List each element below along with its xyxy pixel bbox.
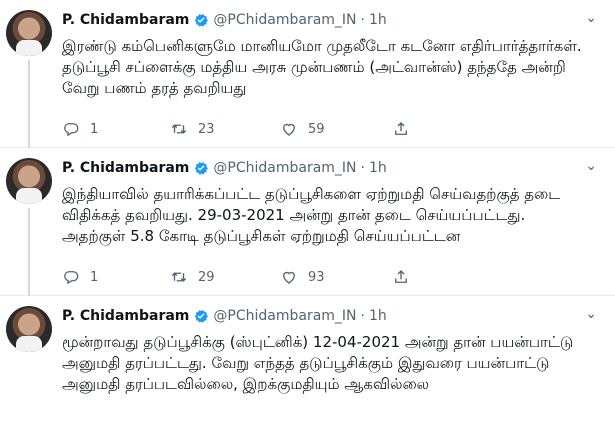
verified-badge-icon xyxy=(195,14,209,27)
tweet-timestamp[interactable]: 1h xyxy=(369,160,387,176)
chevron-down-icon[interactable]: ⌄ xyxy=(585,10,597,26)
reply-count: 1 xyxy=(90,121,99,137)
tweet-timestamp[interactable]: 1h xyxy=(369,12,387,28)
retweet-icon xyxy=(171,124,187,134)
chevron-down-icon[interactable]: ⌄ xyxy=(585,306,597,322)
author-name[interactable]: P. Chidambaram xyxy=(62,308,189,324)
retweet-count: 23 xyxy=(198,121,215,137)
heart-icon xyxy=(283,123,295,136)
tweet-actions: 1 23 59 xyxy=(62,120,582,140)
tweet-text: மூன்றாவது தடுப்பூசிக்கு (ஸ்புட்னிக்) 12-… xyxy=(62,333,574,393)
tweet-text: இந்தியாவில் தயாரிக்கப்பட்ட தடுப்பூசிகளை … xyxy=(62,185,561,245)
separator-dot: · xyxy=(360,12,365,28)
tweet[interactable]: P. Chidambaram @PChidambaram_IN · 1h ⌄ இ… xyxy=(0,148,615,296)
heart-icon xyxy=(283,271,295,284)
retweet-button[interactable]: 29 xyxy=(170,268,215,286)
author-handle[interactable]: @PChidambaram_IN xyxy=(213,12,356,28)
tweet-text: இரண்டு கம்பெனிகளுமே மானியமோ முதலீடோ கடனோ… xyxy=(62,37,582,97)
separator-dot: · xyxy=(360,160,365,176)
reply-icon xyxy=(64,123,79,137)
author-handle[interactable]: @PChidambaram_IN xyxy=(213,308,356,324)
tweet-header: P. Chidambaram @PChidambaram_IN · 1h xyxy=(62,308,387,324)
retweet-icon xyxy=(171,272,187,282)
like-button[interactable]: 59 xyxy=(280,120,325,138)
verified-badge-icon xyxy=(195,162,209,175)
retweet-button[interactable]: 23 xyxy=(170,120,215,138)
tweet[interactable]: P. Chidambaram @PChidambaram_IN · 1h ⌄ இ… xyxy=(0,0,615,148)
author-name[interactable]: P. Chidambaram xyxy=(62,160,189,176)
like-button[interactable]: 93 xyxy=(280,268,325,286)
thread-connector-line xyxy=(28,208,30,296)
share-icon xyxy=(395,122,407,135)
avatar[interactable] xyxy=(6,306,52,352)
reply-button[interactable]: 1 xyxy=(62,120,98,138)
reply-count: 1 xyxy=(90,269,99,285)
tweet-actions: 1 29 93 xyxy=(62,268,582,288)
tweet-header: P. Chidambaram @PChidambaram_IN · 1h xyxy=(62,12,387,28)
like-count: 93 xyxy=(308,269,325,285)
author-name[interactable]: P. Chidambaram xyxy=(62,12,189,28)
separator-dot: · xyxy=(360,308,365,324)
chevron-down-icon[interactable]: ⌄ xyxy=(585,158,597,174)
verified-badge-icon xyxy=(195,310,209,323)
share-icon xyxy=(395,270,407,283)
share-button[interactable] xyxy=(392,268,420,286)
tweet-thread: P. Chidambaram @PChidambaram_IN · 1h ⌄ இ… xyxy=(0,0,615,444)
share-button[interactable] xyxy=(392,120,420,138)
thread-connector-line xyxy=(28,60,30,148)
author-handle[interactable]: @PChidambaram_IN xyxy=(213,160,356,176)
avatar[interactable] xyxy=(6,158,52,204)
tweet-timestamp[interactable]: 1h xyxy=(369,308,387,324)
tweet-header: P. Chidambaram @PChidambaram_IN · 1h xyxy=(62,160,387,176)
reply-icon xyxy=(64,271,79,285)
retweet-count: 29 xyxy=(198,269,215,285)
tweet[interactable]: P. Chidambaram @PChidambaram_IN · 1h ⌄ ம… xyxy=(0,296,615,444)
reply-button[interactable]: 1 xyxy=(62,268,98,286)
avatar[interactable] xyxy=(6,10,52,56)
like-count: 59 xyxy=(308,121,325,137)
